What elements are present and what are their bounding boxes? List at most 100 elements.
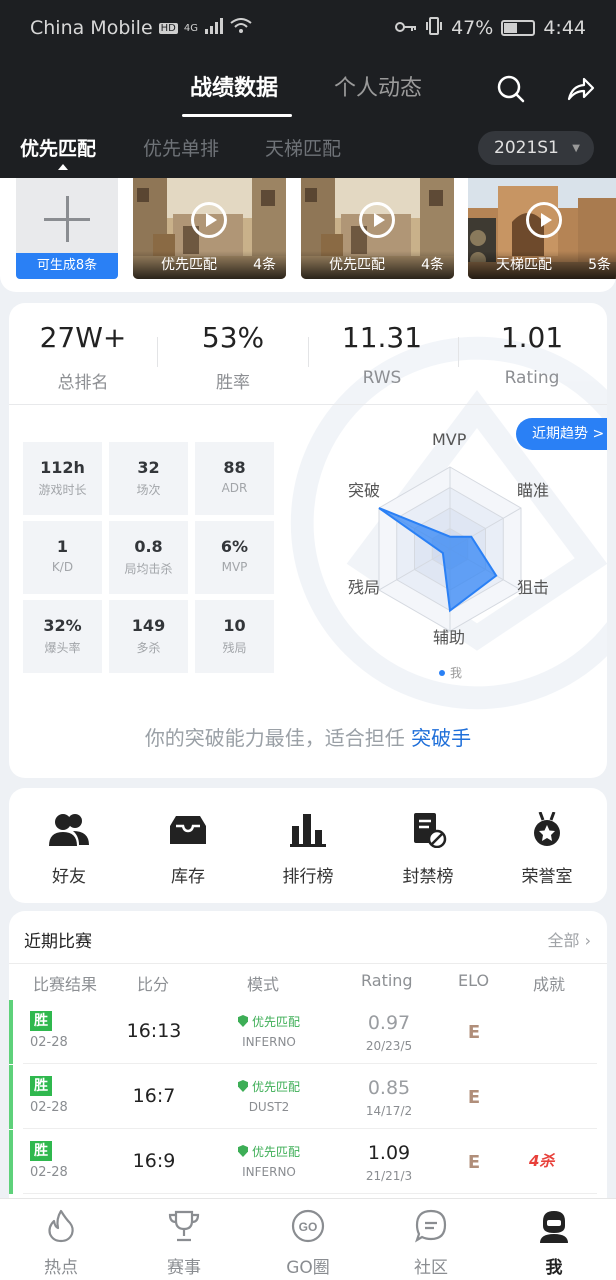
nav-label: 热点 bbox=[44, 1258, 78, 1278]
profile-icon bbox=[540, 1211, 568, 1243]
quick-tools: 好友 库存 排行榜 封禁榜 荣誉室 bbox=[9, 788, 607, 903]
detail-stat-label: 残局 bbox=[222, 641, 247, 655]
battery-icon bbox=[501, 20, 536, 36]
chevron-down-icon: ▼ bbox=[572, 142, 580, 154]
leaderboard-icon bbox=[290, 814, 326, 847]
radar-legend: 我 bbox=[439, 664, 462, 681]
stat-value: 53% bbox=[201, 321, 265, 354]
match-row[interactable]: 胜 02-28 16:7 优先匹配 DUST2 0.85 14/17/2 E bbox=[9, 1065, 607, 1129]
vibrate-icon bbox=[425, 16, 443, 40]
match-kda: 21/21/3 bbox=[365, 1169, 413, 1183]
generate-video-button[interactable]: 可生成8条 bbox=[16, 178, 118, 279]
tool-honor-room[interactable]: 荣誉室 bbox=[497, 811, 597, 887]
tool-friends[interactable]: 好友 bbox=[19, 812, 119, 887]
nav-item-events[interactable]: 赛事 bbox=[134, 1209, 234, 1278]
tool-inventory[interactable]: 库存 bbox=[138, 812, 238, 887]
stat-total-rank: 27W+ 总排名 bbox=[9, 321, 157, 393]
match-map: INFERNO bbox=[242, 1165, 296, 1179]
video-card[interactable]: 天梯匹配 5条 bbox=[468, 178, 616, 279]
match-row[interactable]: 胜 02-28 16:13 优先匹配 INFERNO 0.97 20/23/5 … bbox=[9, 1000, 607, 1064]
divider bbox=[23, 1193, 597, 1194]
stat-rws: 11.31 RWS bbox=[308, 321, 456, 388]
search-icon[interactable] bbox=[496, 74, 526, 104]
divider bbox=[23, 1063, 597, 1064]
match-row[interactable]: 胜 02-28 16:9 优先匹配 INFERNO 1.09 21/21/3 E… bbox=[9, 1130, 607, 1194]
match-elo: E bbox=[467, 1087, 481, 1108]
detail-stat-cell: 149 多杀 bbox=[109, 600, 188, 673]
detail-stat-label: 多杀 bbox=[136, 641, 161, 655]
trophy-icon bbox=[168, 1210, 200, 1242]
stat-label: RWS bbox=[362, 368, 402, 388]
detail-stat-value: 32% bbox=[43, 616, 82, 635]
column-header: Rating bbox=[361, 971, 413, 990]
match-kda: 14/17/2 bbox=[365, 1104, 413, 1118]
stats-card: 27W+ 总排名 53% 胜率 11.31 RWS 1.01 Rating 11… bbox=[9, 303, 607, 778]
nav-label: 我 bbox=[545, 1258, 563, 1278]
tool-leaderboard[interactable]: 排行榜 bbox=[258, 812, 358, 887]
match-mode: 优先匹配 bbox=[219, 1143, 319, 1160]
video-caption: 优先匹配 4条 bbox=[133, 251, 286, 279]
detail-stat-label: ADR bbox=[221, 481, 248, 495]
video-mode: 优先匹配 bbox=[329, 257, 385, 273]
match-score: 16:9 bbox=[132, 1150, 176, 1172]
recommended-role[interactable]: 突破手 bbox=[411, 726, 471, 750]
video-caption: 天梯匹配 5条 bbox=[468, 251, 616, 279]
match-date: 02-28 bbox=[30, 1035, 68, 1050]
plus-icon bbox=[44, 196, 90, 242]
column-header: 模式 bbox=[247, 975, 280, 994]
generate-count-label: 可生成8条 bbox=[16, 253, 118, 279]
video-card[interactable]: 优先匹配 4条 bbox=[133, 178, 286, 279]
nav-item-hot[interactable]: 热点 bbox=[11, 1209, 111, 1278]
tool-label: 排行榜 bbox=[282, 867, 334, 887]
match-rating: 0.97 bbox=[367, 1012, 411, 1034]
share-icon[interactable] bbox=[566, 74, 596, 104]
radar-axis-label: 狙击 bbox=[517, 578, 550, 597]
match-kda: 20/23/5 bbox=[365, 1039, 413, 1053]
subtab-priority-solo[interactable]: 优先单排 bbox=[143, 134, 219, 161]
detail-stat-value: 10 bbox=[223, 616, 246, 635]
view-all-link[interactable]: 全部 › bbox=[547, 927, 591, 951]
result-badge: 胜 bbox=[30, 1011, 52, 1031]
tool-label: 荣誉室 bbox=[521, 867, 573, 887]
nav-item-go-circle[interactable]: GO GO圈 bbox=[258, 1209, 358, 1278]
detail-stat-value: 149 bbox=[131, 616, 166, 635]
tool-ban-list[interactable]: 封禁榜 bbox=[378, 812, 478, 887]
top-header: 战绩数据 个人动态 bbox=[0, 56, 616, 120]
stat-win-rate: 53% 胜率 bbox=[159, 321, 307, 393]
recent-trend-button[interactable]: 近期趋势 > bbox=[516, 418, 607, 450]
column-header: 比分 bbox=[137, 975, 170, 994]
match-elo: E bbox=[467, 1022, 481, 1043]
section-title: 近期比赛 bbox=[24, 932, 92, 952]
active-subtab-indicator bbox=[58, 164, 68, 170]
friends-icon bbox=[49, 814, 89, 846]
bottom-navigation: 热点 赛事 GO GO圈 社区 我 bbox=[0, 1198, 616, 1280]
season-select[interactable]: 2021S1 ▼ bbox=[478, 131, 594, 165]
tab-personal-feed[interactable]: 个人动态 bbox=[334, 70, 422, 102]
key-icon bbox=[395, 17, 417, 39]
detail-stat-value: 0.8 bbox=[134, 537, 163, 556]
video-card[interactable]: 优先匹配 4条 bbox=[301, 178, 454, 279]
nav-item-community[interactable]: 社区 bbox=[381, 1209, 481, 1278]
tool-label: 封禁榜 bbox=[402, 867, 454, 887]
tab-record-data[interactable]: 战绩数据 bbox=[190, 70, 278, 102]
legend-dot bbox=[439, 669, 445, 676]
stat-value: 1.01 bbox=[500, 321, 564, 354]
stat-label: 胜率 bbox=[216, 373, 250, 393]
detail-stat-label: 爆头率 bbox=[44, 641, 81, 655]
result-badge: 胜 bbox=[30, 1141, 52, 1161]
detail-stat-label: K/D bbox=[51, 560, 74, 574]
ability-summary-text: 你的突破能力最佳，适合担任 bbox=[144, 726, 405, 750]
match-mode: 优先匹配 bbox=[219, 1013, 319, 1030]
detail-stat-cell: 1 K/D bbox=[23, 521, 102, 594]
nav-item-me[interactable]: 我 bbox=[504, 1209, 604, 1278]
subtab-priority-match[interactable]: 优先匹配 bbox=[20, 134, 96, 161]
match-rating: 0.85 bbox=[367, 1077, 411, 1099]
match-score: 16:7 bbox=[132, 1085, 176, 1107]
detail-stat-cell: 10 残局 bbox=[195, 600, 274, 673]
video-mode: 天梯匹配 bbox=[496, 257, 552, 273]
detail-stat-value: 6% bbox=[220, 537, 249, 556]
match-map: INFERNO bbox=[242, 1035, 296, 1049]
match-mode-label: 优先匹配 bbox=[251, 1145, 300, 1159]
subtab-ladder-match[interactable]: 天梯匹配 bbox=[265, 134, 341, 161]
win-indicator-bar bbox=[9, 1065, 13, 1129]
